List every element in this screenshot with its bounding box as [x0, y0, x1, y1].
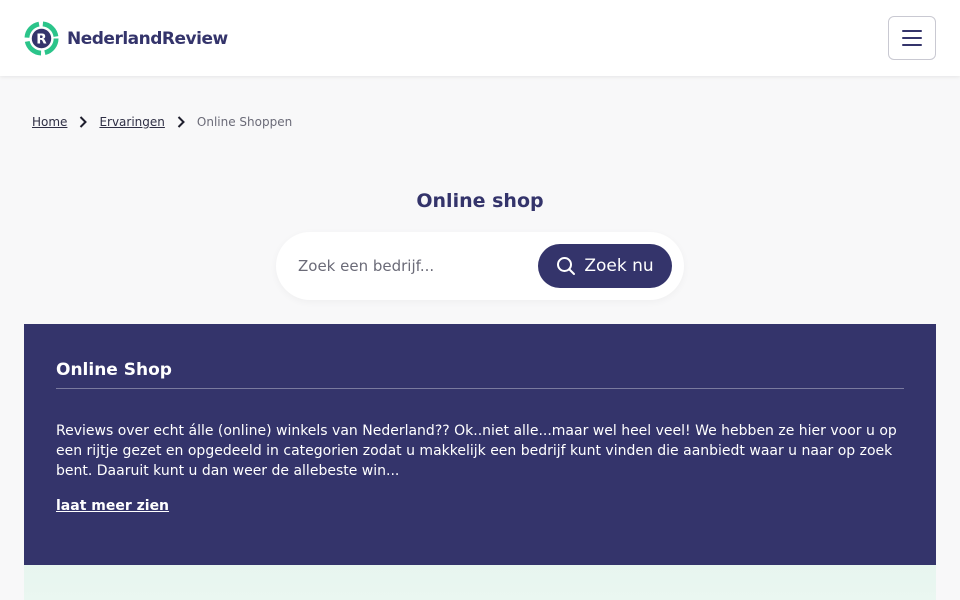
search-input[interactable]	[298, 250, 528, 282]
card-title: Online Shop	[56, 360, 172, 380]
chevron-right-icon	[67, 116, 99, 128]
card-description: Reviews over echt álle (online) winkels …	[56, 423, 897, 479]
card-divider	[56, 388, 904, 389]
breadcrumb-home[interactable]: Home	[32, 115, 67, 129]
menu-button[interactable]	[888, 16, 936, 60]
breadcrumb: Home Ervaringen Online Shoppen	[32, 115, 292, 129]
search-button-label: Zoek nu	[584, 256, 654, 276]
logo-letter: R	[36, 31, 47, 47]
logo-icon: R	[24, 21, 59, 56]
chevron-right-icon	[165, 116, 197, 128]
breadcrumb-ervaringen[interactable]: Ervaringen	[99, 115, 164, 129]
search-box: Zoek nu	[276, 232, 684, 300]
page-title: Online shop	[416, 190, 544, 212]
show-more-link[interactable]: laat meer zien	[56, 498, 169, 514]
search-button[interactable]: Zoek nu	[538, 244, 672, 288]
hamburger-icon-line	[902, 37, 922, 39]
logo-text: NederlandReview	[67, 28, 228, 49]
search-icon	[557, 257, 576, 275]
site-header: R NederlandReview	[0, 0, 960, 76]
category-info-card: Online Shop Reviews over echt álle (onli…	[24, 324, 936, 565]
hamburger-icon-line	[902, 44, 922, 46]
breadcrumb-current: Online Shoppen	[196, 115, 293, 129]
content-strip	[24, 565, 936, 600]
hamburger-icon-line	[902, 30, 922, 32]
logo[interactable]: R NederlandReview	[24, 21, 228, 56]
